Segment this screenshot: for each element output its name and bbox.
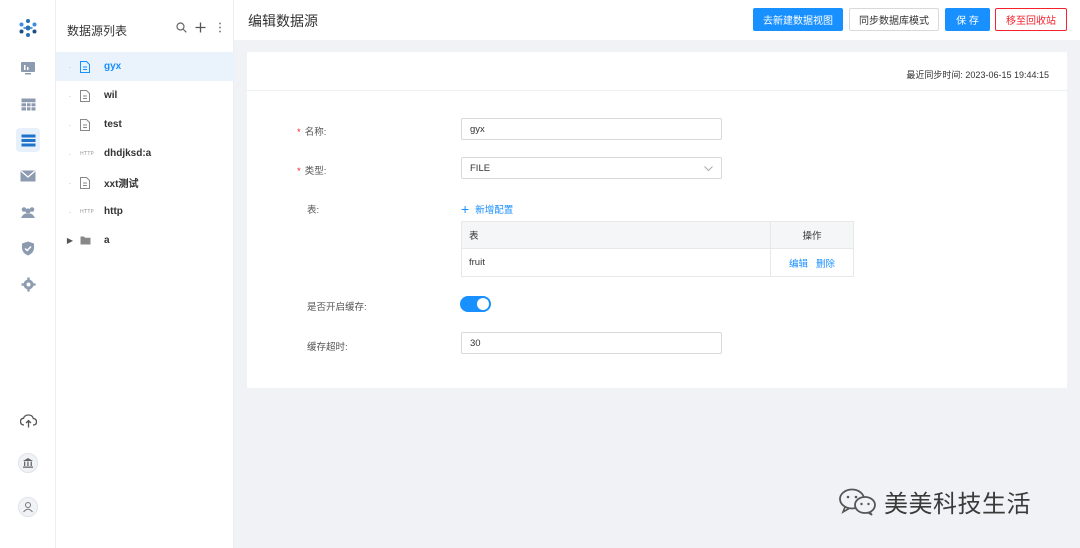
new-data-view-button[interactable]: 去新建数据视图	[753, 8, 843, 31]
shield-icon[interactable]	[16, 236, 40, 260]
table-icon[interactable]	[16, 92, 40, 116]
watermark-text: 美美科技生活	[884, 490, 1031, 518]
search-icon[interactable]	[174, 19, 188, 35]
name-input[interactable]: gyx	[461, 118, 722, 140]
column-header-table: 表	[462, 222, 771, 248]
file-icon	[80, 118, 102, 131]
tree-item-label: test	[104, 119, 122, 130]
users-icon[interactable]	[16, 200, 40, 224]
divider	[247, 90, 1067, 91]
tree-item-label: dhdjksd:a	[104, 148, 152, 159]
tree-item-label: gyx	[104, 61, 122, 72]
http-icon: HTTP	[80, 150, 94, 157]
tree-item-label: a	[104, 235, 110, 246]
bullet-icon: ·	[68, 90, 72, 101]
page-title: 编辑数据源	[248, 13, 318, 29]
list-icon[interactable]	[16, 128, 40, 152]
toggle-knob	[477, 298, 489, 310]
folder-icon	[80, 236, 102, 245]
tree-item-label: http	[104, 206, 123, 217]
cache-timeout-input[interactable]: 30	[461, 332, 722, 354]
wechat-icon	[839, 488, 876, 516]
tree-item-xxt[interactable]: · xxt测试	[56, 168, 234, 197]
add-icon[interactable]	[193, 19, 207, 35]
tree-item-label: wil	[104, 90, 118, 101]
http-icon: HTTP	[80, 208, 94, 215]
last-sync-time: 最近同步时间: 2023-06-15 19:44:15	[906, 70, 1049, 80]
sync-schema-button[interactable]: 同步数据库模式	[849, 8, 939, 31]
name-label: * 名称:	[297, 127, 327, 138]
move-to-recycle-button[interactable]: 移至回收站	[995, 8, 1067, 31]
add-config-button[interactable]: + 新增配置	[461, 202, 513, 216]
table-header-row: 表 操作	[462, 222, 853, 249]
tree-list: · gyx · wil · test · HTTP dhdjksd:a · xx…	[56, 52, 234, 255]
save-button[interactable]: 保 存	[945, 8, 990, 31]
tree-item-gyx[interactable]: · gyx	[56, 52, 234, 81]
datasource-tree-panel: 数据源列表 · gyx · wil · test · HTTP dhdjksd:…	[56, 0, 234, 548]
bullet-icon: ·	[68, 119, 72, 130]
type-label: * 类型:	[297, 166, 327, 177]
tree-item-wil[interactable]: · wil	[56, 81, 234, 110]
page-header: 编辑数据源 去新建数据视图 同步数据库模式 保 存 移至回收站	[234, 0, 1080, 40]
bank-icon[interactable]	[16, 451, 40, 475]
chevron-down-icon	[704, 164, 713, 175]
table-cell-name: fruit	[462, 249, 771, 276]
caret-right-icon[interactable]: ▶	[66, 236, 74, 245]
table-row: fruit 编辑 删除	[462, 249, 853, 276]
datasource-form-card: 最近同步时间: 2023-06-15 19:44:15 * 名称: gyx * 类型…	[247, 52, 1067, 388]
bullet-icon: ·	[68, 206, 72, 217]
file-icon	[80, 89, 102, 102]
logo-icon[interactable]	[16, 16, 40, 40]
tree-item-folder-a[interactable]: ▶ a	[56, 226, 234, 255]
edit-link[interactable]: 编辑	[789, 256, 808, 270]
plus-icon: +	[461, 201, 470, 217]
table-label: 表:	[307, 205, 320, 216]
table-cell-actions: 编辑 删除	[771, 249, 853, 276]
mail-icon[interactable]	[16, 164, 40, 188]
tree-item-test[interactable]: · test	[56, 110, 234, 139]
watermark: 美美科技生活	[838, 484, 1031, 519]
user-icon[interactable]	[16, 495, 40, 519]
type-select[interactable]: FILE	[461, 157, 722, 179]
column-header-actions: 操作	[802, 231, 822, 242]
bullet-icon: ·	[68, 177, 72, 188]
icon-rail	[0, 0, 56, 548]
gear-icon[interactable]	[16, 272, 40, 296]
bullet-icon: ·	[68, 61, 72, 72]
timeout-label: 缓存超时:	[307, 342, 348, 353]
monitor-icon[interactable]	[16, 56, 40, 80]
more-vertical-icon[interactable]	[213, 19, 227, 35]
bullet-icon: ·	[68, 148, 72, 159]
cloud-upload-icon[interactable]	[16, 409, 40, 433]
tree-title: 数据源列表	[67, 24, 128, 38]
tree-item-dhdjksd[interactable]: · HTTP dhdjksd:a	[56, 139, 234, 168]
tree-item-label: xxt测试	[104, 179, 139, 190]
cache-label: 是否开启缓存:	[307, 302, 367, 313]
tree-item-http[interactable]: · HTTP http	[56, 197, 234, 226]
tree-header: 数据源列表	[56, 0, 234, 52]
cache-toggle[interactable]	[460, 296, 491, 312]
file-icon	[80, 60, 102, 73]
delete-link[interactable]: 删除	[816, 256, 835, 270]
file-icon	[80, 176, 102, 189]
config-table: 表 操作 fruit 编辑 删除	[461, 221, 854, 277]
